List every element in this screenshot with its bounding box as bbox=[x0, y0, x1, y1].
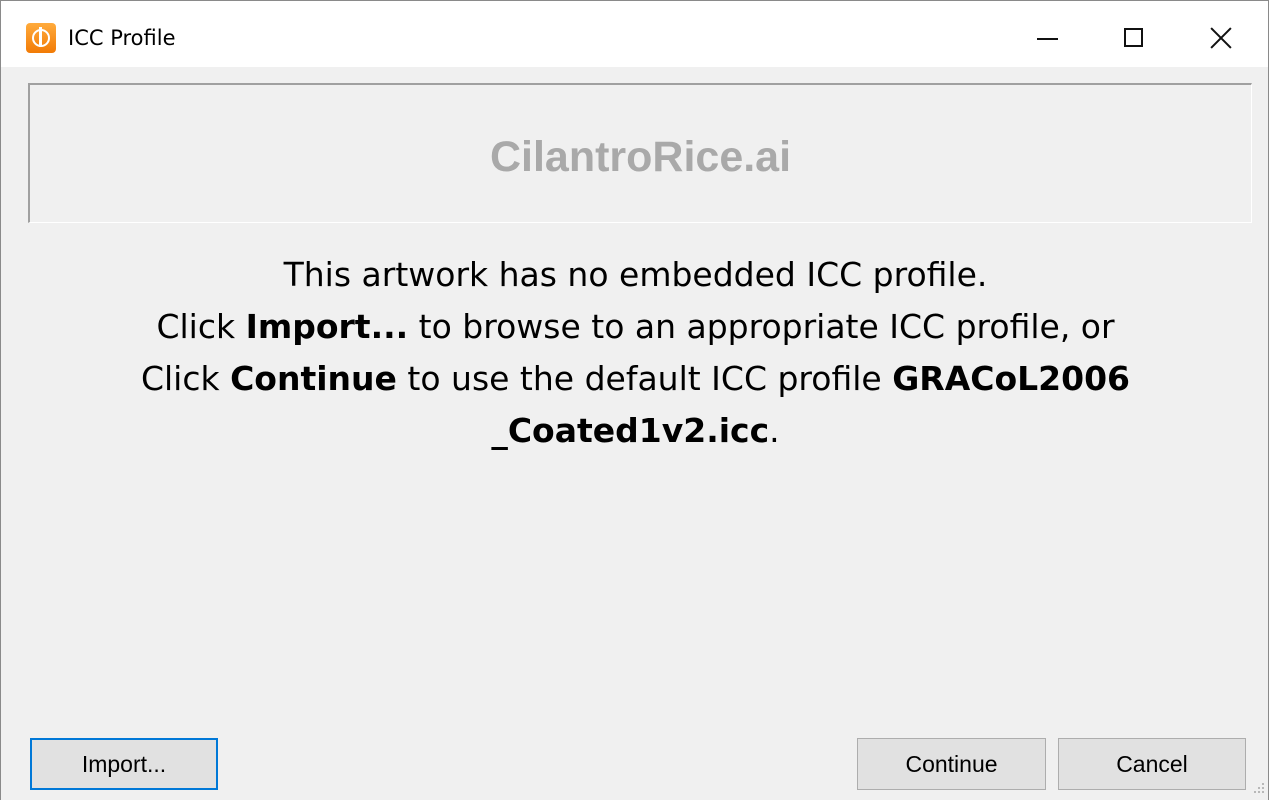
close-button[interactable] bbox=[1176, 7, 1266, 67]
minimize-icon bbox=[1037, 38, 1058, 40]
message-import-emphasis: Import... bbox=[245, 307, 409, 346]
dialog-message: This artwork has no embedded ICC profile… bbox=[21, 249, 1250, 457]
message-continue-emphasis: Continue bbox=[230, 359, 397, 398]
maximize-icon bbox=[1124, 28, 1143, 47]
import-button[interactable]: Import... bbox=[30, 738, 218, 790]
message-profile-name-part1: GRACoL2006 bbox=[892, 359, 1131, 398]
banner-brand-text: CilantroRice.ai bbox=[489, 133, 792, 181]
message-line-2: Click Import... to browse to an appropri… bbox=[21, 301, 1250, 353]
message-line-4-suffix: . bbox=[769, 411, 780, 450]
message-line-2-prefix: Click bbox=[156, 307, 246, 346]
minimize-button[interactable] bbox=[1002, 7, 1092, 67]
message-line-4: _Coated1v2.icc. bbox=[21, 405, 1250, 457]
continue-button[interactable]: Continue bbox=[857, 738, 1046, 790]
message-line-3: Click Continue to use the default ICC pr… bbox=[21, 353, 1250, 405]
cancel-button[interactable]: Cancel bbox=[1058, 738, 1246, 790]
title-bar[interactable]: ICC Profile bbox=[1, 1, 1268, 67]
maximize-button[interactable] bbox=[1089, 7, 1179, 67]
close-icon bbox=[1210, 27, 1232, 49]
resize-grip-icon[interactable] bbox=[1254, 783, 1266, 795]
message-line-3-prefix: Click bbox=[140, 359, 231, 398]
app-logo-bar bbox=[39, 27, 42, 47]
window-title: ICC Profile bbox=[68, 26, 176, 50]
message-line-3-middle: to use the default ICC profile bbox=[396, 359, 893, 398]
brand-banner: CilantroRice.ai bbox=[28, 83, 1252, 223]
message-line-1: This artwork has no embedded ICC profile… bbox=[283, 255, 988, 294]
icc-profile-dialog: ICC Profile CilantroRice.ai This artwork… bbox=[0, 0, 1269, 800]
message-line-2-suffix: to browse to an appropriate ICC profile,… bbox=[408, 307, 1115, 346]
app-logo-icon bbox=[26, 23, 56, 53]
message-profile-name-part2: _Coated1v2.icc bbox=[491, 411, 770, 450]
